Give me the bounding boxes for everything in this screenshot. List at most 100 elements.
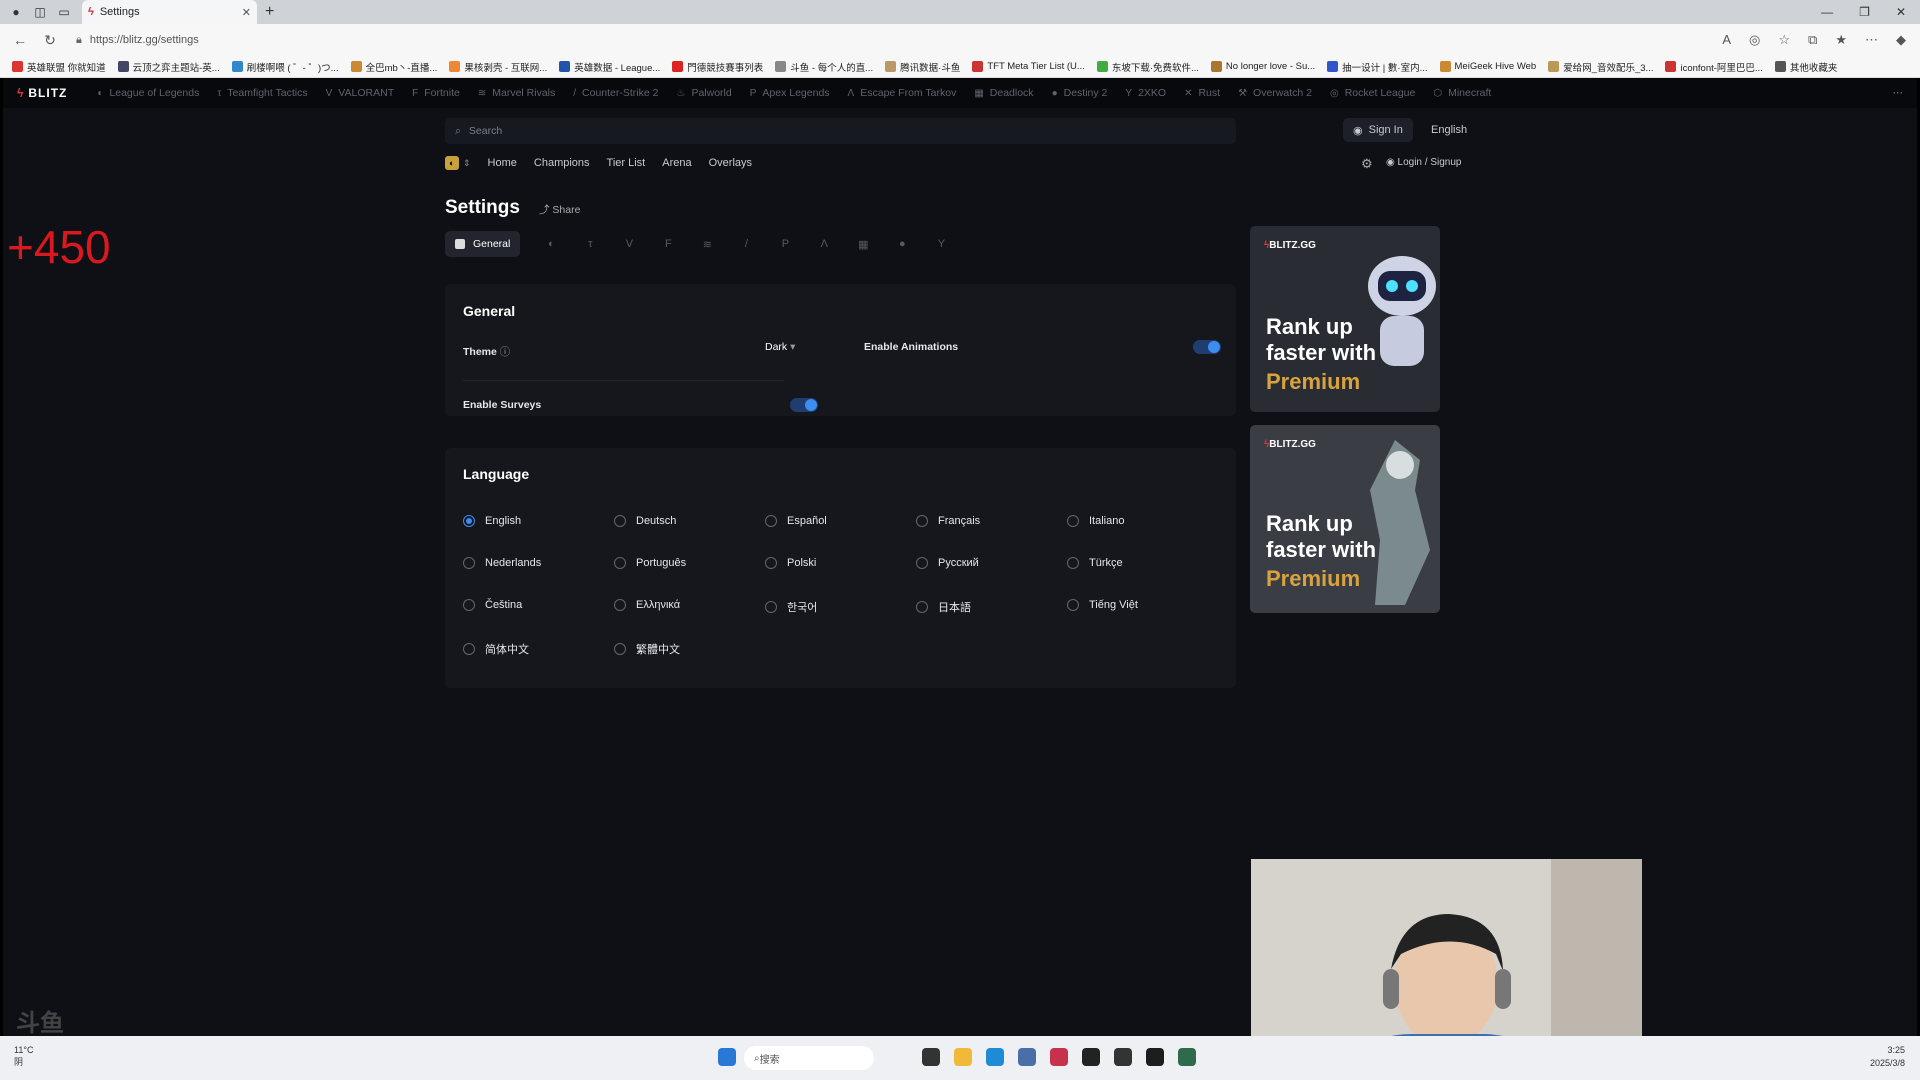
taskbar-search[interactable]: ⌕ 搜索 [744, 1046, 874, 1070]
game-nav-item[interactable]: ⬡ Minecraft [1433, 87, 1491, 99]
bookmark-item[interactable]: 刷楼啊喂 ( ゜- ゜)つ... [231, 60, 339, 74]
browser-tab[interactable]: ϟ Settings ✕ [82, 0, 257, 24]
game-nav-item[interactable]: ✕ Rust [1184, 87, 1220, 99]
clock[interactable]: 3:25 2025/3/8 [1870, 1044, 1905, 1070]
league-icon[interactable]: ◐ [445, 156, 459, 170]
game-nav-item[interactable]: ◎ Rocket League [1330, 87, 1415, 99]
game-nav-item[interactable]: ▦ Deadlock [974, 87, 1033, 99]
tab-fortnite-icon[interactable]: F [660, 236, 676, 252]
game-nav-item[interactable]: V VALORANT [326, 87, 395, 99]
game-nav-item[interactable]: / Counter-Strike 2 [573, 87, 658, 99]
language-option[interactable]: Türkçe [1067, 557, 1123, 569]
close-tab-icon[interactable]: ✕ [242, 6, 251, 19]
bookmark-item[interactable]: MeiGeek Hive Web [1439, 61, 1536, 72]
search-input[interactable]: ⌕ Search [445, 118, 1236, 144]
game-nav-item[interactable]: τ Teamfight Tactics [217, 87, 307, 99]
tab-general[interactable]: General [445, 231, 521, 257]
game-nav-item[interactable]: F Fortnite [412, 87, 460, 99]
window-close-icon[interactable]: ✕ [1896, 5, 1906, 19]
switcher-icon[interactable]: ⇕ [463, 158, 471, 169]
app-icon-2[interactable] [1178, 1048, 1196, 1066]
bookmark-item[interactable]: 英雄数据 - League... [559, 60, 660, 74]
nav-arena[interactable]: Arena [662, 157, 691, 169]
profile-icon[interactable]: ● [8, 4, 24, 20]
url-field[interactable]: 🔒︎ https://blitz.gg/settings [70, 28, 1630, 52]
premium-ad-2[interactable]: ϟBLITZ.GG Rank up faster with Premium [1250, 425, 1440, 613]
share-button[interactable]: ⤴ Share [539, 202, 580, 217]
nav-overlays[interactable]: Overlays [709, 157, 752, 169]
language-dropdown[interactable]: English [1431, 124, 1467, 136]
language-option[interactable]: 繁體中文 [614, 641, 680, 657]
extensions-icon[interactable]: ⧉ [1808, 32, 1817, 48]
maximize-icon[interactable]: ❐ [1859, 5, 1870, 19]
settings-gear-icon[interactable]: ⚙ [1361, 156, 1373, 172]
bookmark-item[interactable]: 門德競技賽事列表 [672, 60, 763, 74]
start-icon[interactable] [718, 1048, 736, 1066]
more-icon[interactable]: ⋯ [1865, 32, 1878, 48]
language-option[interactable]: Français [916, 515, 980, 527]
language-option[interactable]: Nederlands [463, 557, 541, 569]
nav-tier-list[interactable]: Tier List [607, 157, 646, 169]
tab-cs2-icon[interactable]: / [738, 236, 754, 252]
more-icon[interactable]: ⋯ [1893, 87, 1904, 99]
weather-widget[interactable]: 11°C 阴 [14, 1044, 33, 1068]
game-nav-item[interactable]: ♨ Palworld [676, 87, 731, 99]
tab-valorant-icon[interactable]: V [621, 236, 637, 252]
language-option[interactable]: Italiano [1067, 515, 1124, 527]
login-signup-button[interactable]: ◉ Login / Signup [1386, 157, 1461, 168]
theme-select[interactable]: Dark ▾ [765, 341, 795, 353]
bookmark-item[interactable]: TFT Meta Tier List (U... [972, 61, 1085, 72]
game-nav-item[interactable]: ● Destiny 2 [1052, 87, 1108, 99]
read-aloud-icon[interactable]: ◎ [1749, 32, 1760, 48]
league-client-icon[interactable] [1146, 1048, 1164, 1066]
workspaces-icon[interactable]: ◫ [32, 4, 48, 20]
game-nav-item[interactable]: ⚒ Overwatch 2 [1238, 87, 1312, 99]
bookmark-item[interactable]: 英雄联盟 你就知道 [12, 60, 106, 74]
bookmark-item[interactable]: 腾讯数据·斗鱼 [885, 60, 960, 74]
file-explorer-icon[interactable] [954, 1048, 972, 1066]
new-tab-icon[interactable]: + [265, 3, 274, 21]
bookmark-item[interactable]: 抽一设计 | 數·室内... [1327, 60, 1428, 74]
language-option[interactable]: 한국어 [765, 599, 817, 615]
bookmark-item[interactable]: 果核剥壳 - 互联网... [449, 60, 547, 74]
tab-tarkov-icon[interactable]: ▦ [855, 236, 871, 252]
language-option[interactable]: Español [765, 515, 827, 527]
blitz-logo[interactable]: ϟ BLITZ [17, 86, 67, 100]
copilot-icon[interactable]: ◆ [1896, 32, 1906, 48]
sign-in-button[interactable]: ◉ Sign In [1343, 118, 1413, 142]
tab-marvel-icon[interactable]: ≋ [699, 236, 715, 252]
language-option[interactable]: Čeština [463, 599, 522, 611]
game-nav-item[interactable]: Λ Escape From Tarkov [848, 87, 957, 99]
store-icon[interactable] [1018, 1048, 1036, 1066]
bookmark-item[interactable]: iconfont-阿里巴巴... [1665, 60, 1763, 74]
bookmark-item[interactable]: 其他收藏夹 [1774, 60, 1837, 74]
tab-destiny-icon[interactable]: Y [933, 236, 949, 252]
tab-apex-icon[interactable]: Λ [816, 236, 832, 252]
minimize-icon[interactable]: — [1821, 5, 1833, 19]
favorites-icon[interactable]: ★ [1835, 32, 1847, 48]
language-option[interactable]: Tiếng Việt [1067, 599, 1138, 611]
language-option[interactable]: 日本語 [916, 599, 971, 615]
language-option[interactable]: Deutsch [614, 515, 676, 527]
tab-palworld-icon[interactable]: P [777, 236, 793, 252]
tab-actions-icon[interactable]: ▭ [56, 4, 72, 20]
bookmark-item[interactable]: 斗鱼 - 每个人的直... [775, 60, 873, 74]
nav-home[interactable]: Home [488, 157, 517, 169]
steam-icon[interactable] [1114, 1048, 1132, 1066]
language-option[interactable]: Ελληνικά [614, 599, 680, 611]
game-nav-item[interactable]: Y 2XKO [1125, 87, 1166, 99]
tab-deadlock-icon[interactable]: ● [894, 236, 910, 252]
bookmark-item[interactable]: 爱给网_音效配乐_3... [1548, 60, 1653, 74]
reload-icon[interactable]: ↻ [40, 32, 60, 49]
language-option[interactable]: English [463, 515, 521, 527]
game-nav-item[interactable]: ◐ League of Legends [97, 87, 199, 99]
game-nav-item[interactable]: P Apex Legends [750, 87, 830, 99]
premium-ad-1[interactable]: ϟBLITZ.GG Rank up faster with Premium [1250, 226, 1440, 412]
favorite-star-icon[interactable]: ☆ [1778, 32, 1790, 48]
game-nav-item[interactable]: ≋ Marvel Rivals [478, 87, 555, 99]
blitz-app-icon[interactable] [1050, 1048, 1068, 1066]
language-option[interactable]: Русский [916, 557, 979, 569]
tab-league-icon[interactable]: ◐ [543, 236, 559, 252]
task-view-icon[interactable] [922, 1048, 940, 1066]
bookmark-item[interactable]: No longer love - Su... [1210, 61, 1315, 72]
